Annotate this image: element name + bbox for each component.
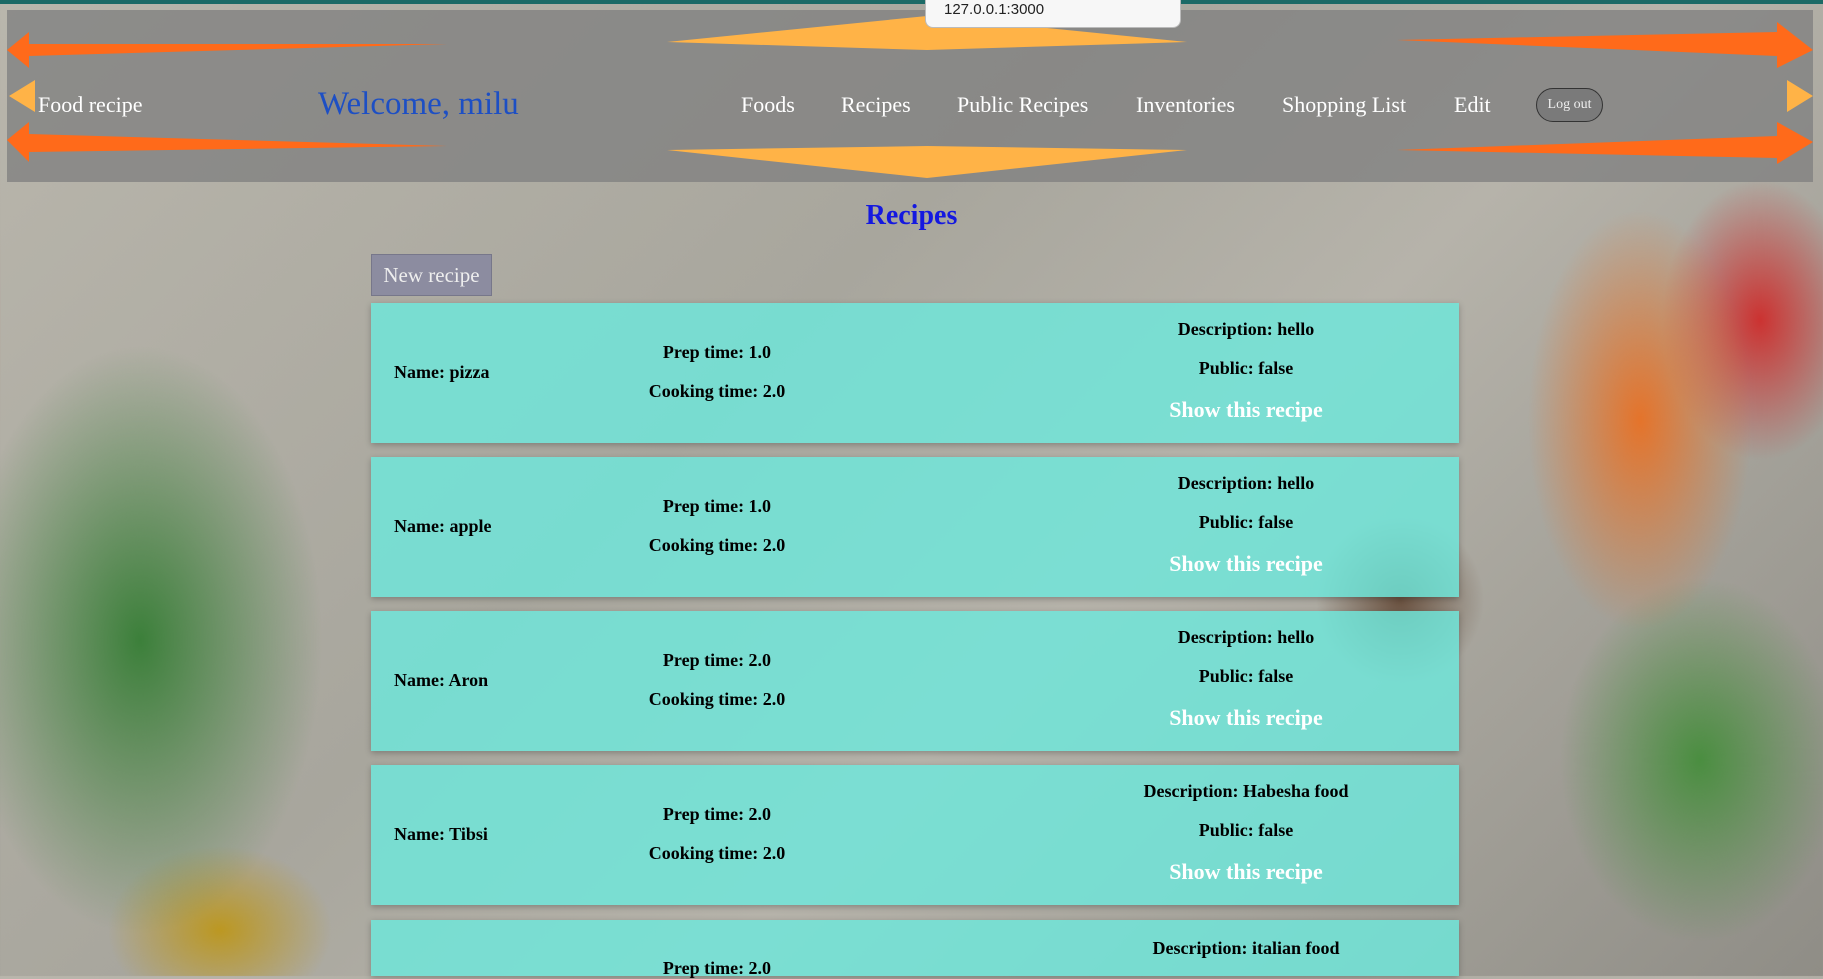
arrow-orange-bottom-left [7,122,447,162]
arrow-orange-bottom-right [1397,122,1813,164]
nav-link-recipes[interactable]: Recipes [841,92,911,118]
url-tooltip: 127.0.0.1:3000 [925,0,1181,28]
arrow-yellow-bottom-center [667,146,1187,178]
nav-link-shopping-list[interactable]: Shopping List [1282,92,1406,118]
recipe-card: Name: pizza Prep time: 1.0 Cooking time:… [371,303,1459,443]
recipe-card: Prep time: 2.0 Description: italian food [371,920,1459,978]
recipe-name: Name: pizza [394,362,490,382]
brand-link[interactable]: Food recipe [38,92,142,118]
recipe-name: Name: Aron [394,670,489,690]
arrow-yellow-right [1787,80,1813,112]
nav-link-edit[interactable]: Edit [1454,92,1491,118]
arrow-orange-top-right [1397,22,1813,68]
arrow-yellow-left [9,80,35,112]
recipe-name: Name: apple [394,516,492,536]
nav-link-foods[interactable]: Foods [741,92,795,118]
recipe-card: Name: Aron Prep time: 2.0 Cooking time: … [371,611,1459,751]
browser-top-strip [0,0,1823,4]
new-recipe-button[interactable]: New recipe [371,254,492,296]
logout-button[interactable]: Log out [1536,88,1603,122]
welcome-text: Welcome, milu [318,86,519,122]
recipe-card: Name: apple Prep time: 1.0 Cooking time:… [371,457,1459,597]
nav-link-inventories[interactable]: Inventories [1136,92,1235,118]
page-title: Recipes [865,200,958,231]
nav-link-public-recipes[interactable]: Public Recipes [957,92,1088,118]
arrow-orange-top-left [7,32,447,68]
recipe-name: Name: Tibsi [394,824,488,844]
recipe-card: Name: Tibsi Prep time: 2.0 Cooking time:… [371,765,1459,905]
navbar: Food recipe Welcome, milu Foods Recipes … [7,10,1813,182]
